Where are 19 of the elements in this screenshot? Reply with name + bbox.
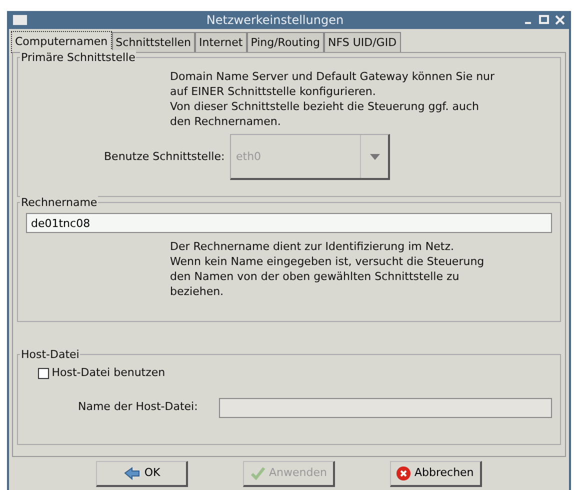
hostname-field[interactable]: de01tnc08 (26, 213, 552, 233)
ok-icon (123, 466, 142, 480)
cancel-icon (396, 466, 412, 480)
dropdown-arrow-icon (370, 154, 380, 160)
window-icon (13, 15, 27, 25)
tab[interactable]: NFS UID/GID (324, 32, 401, 53)
info-text: Domain Name Server und Default Gateway können Sie nur auf EINER Schnittstelle konfigurieren. Von dieser Schnittstelle bezieht die Steuerung ggf. auch den Rechnernamen. (170, 68, 496, 129)
field-label: Name der Host-Datei: (78, 399, 199, 416)
info-text: Der Rechnername dient zur Identifizierung im Netz. Wenn kein Name eingegeben ist, versucht die Steuerung den Namen von der oben gewählten Schnittstelle zu beziehen. (170, 238, 486, 298)
close-icon[interactable] (555, 15, 565, 25)
tab[interactable]: Internet (195, 32, 247, 53)
cancel-button[interactable]: Abbrechen (390, 460, 482, 486)
window-title: Netzwerkeinstellungen (205, 12, 345, 29)
tab[interactable]: Schnittstellen (112, 32, 195, 53)
maximize-icon[interactable] (539, 15, 549, 25)
ok-button[interactable]: OK (96, 460, 188, 486)
tab[interactable]: Ping/Routing (246, 32, 324, 53)
checkmark-icon (250, 466, 266, 480)
field-label: Benutze Schnittstelle: (104, 149, 226, 165)
